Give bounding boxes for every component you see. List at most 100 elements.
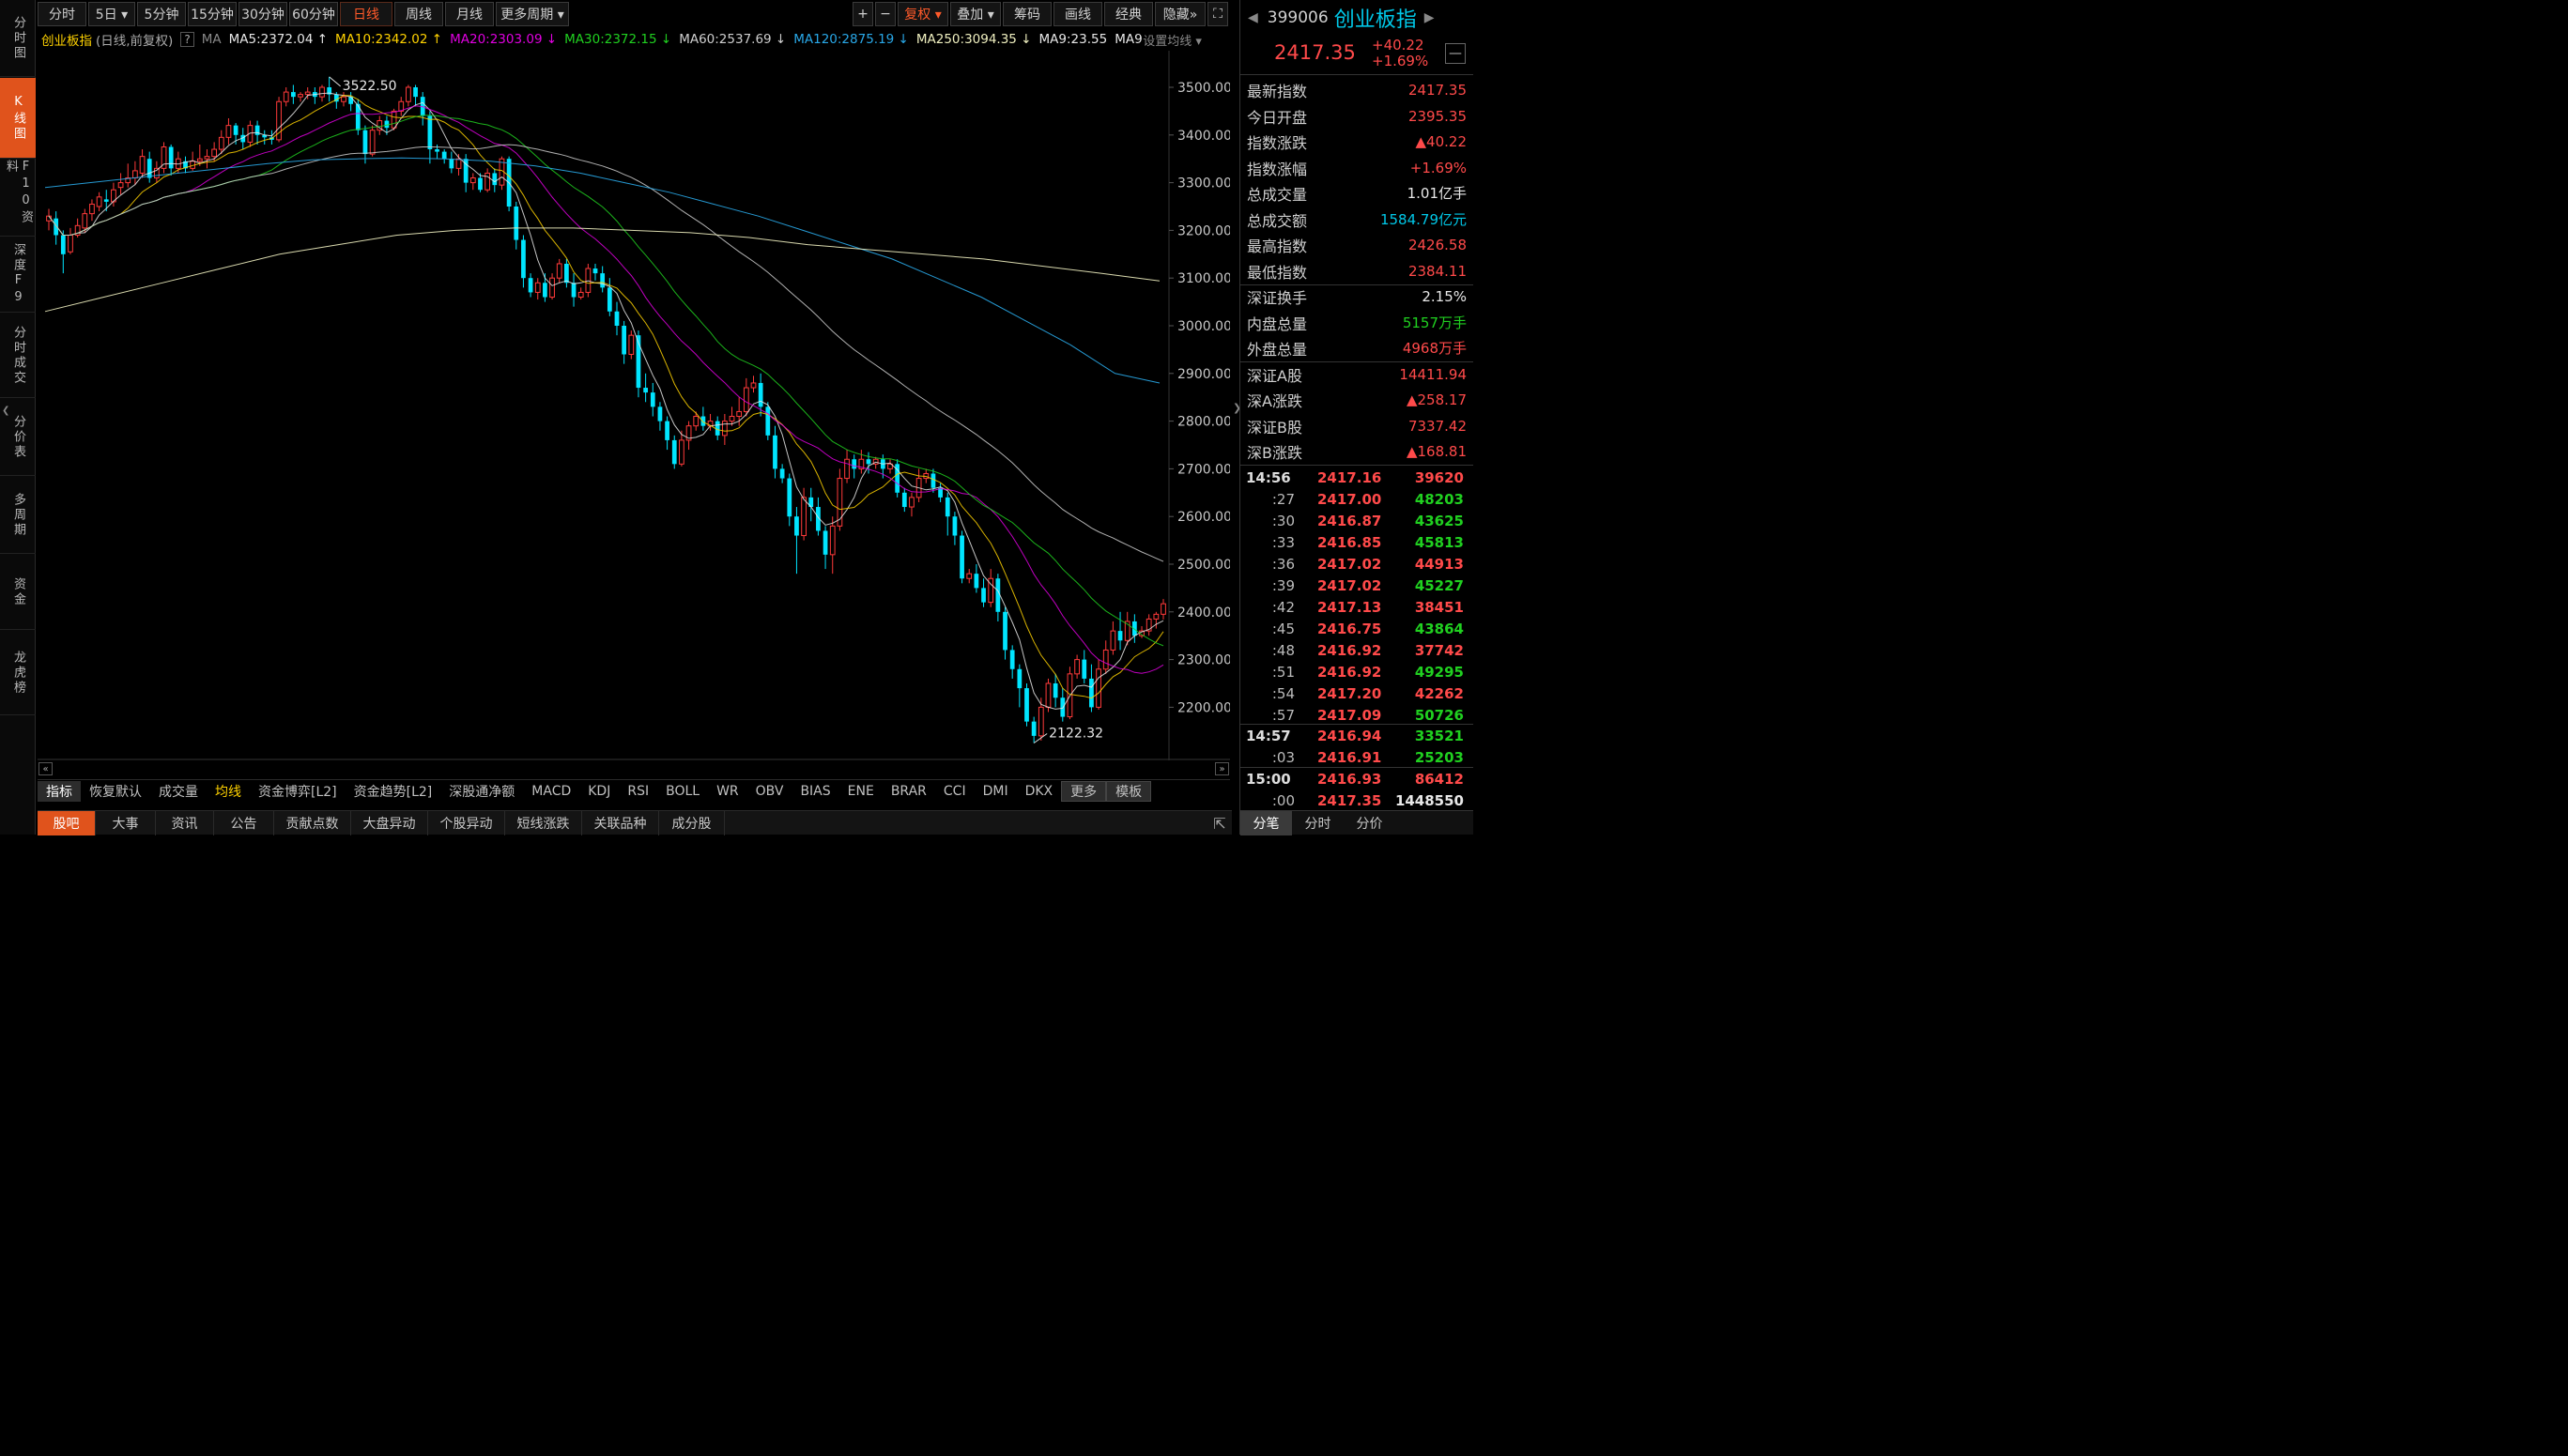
- indicator-tab-20[interactable]: 模板: [1106, 780, 1152, 802]
- candle-body: [298, 94, 303, 98]
- candle-body: [600, 273, 606, 288]
- tool-btn-4[interactable]: 筹码: [1003, 2, 1052, 26]
- indicator-tab-15[interactable]: BRAR: [883, 781, 935, 802]
- next-icon[interactable]: ▶: [1424, 10, 1435, 25]
- quote-value: 5157万手: [1402, 314, 1467, 332]
- quote-value: 2426.58: [1407, 236, 1467, 253]
- indicator-tab-2[interactable]: 成交量: [150, 781, 207, 802]
- panel-toggle-icon[interactable]: ❯: [1233, 402, 1241, 414]
- tool-btn-8[interactable]: ⛶: [1207, 2, 1228, 26]
- expand-icon[interactable]: ⇱: [1207, 811, 1232, 835]
- rail-toggle-icon[interactable]: ❮: [2, 406, 9, 428]
- tool-btn-2[interactable]: 复权 ▾: [898, 2, 948, 26]
- ma-settings[interactable]: 设置均线 ▾: [1143, 30, 1202, 49]
- quote-key: 深证换手: [1247, 288, 1308, 307]
- bottom-tab-2[interactable]: 资讯: [156, 811, 214, 835]
- tick-time: :27: [1271, 490, 1295, 508]
- rail-dragon-tiger[interactable]: 龙虎榜: [0, 631, 36, 715]
- indicator-tab-4[interactable]: 资金博弈[L2]: [250, 781, 346, 802]
- candle-body: [89, 203, 95, 215]
- period-btn-1[interactable]: 5日 ▾: [88, 2, 135, 26]
- remove-button[interactable]: —: [1445, 43, 1466, 64]
- indicator-tab-12[interactable]: OBV: [747, 781, 792, 802]
- prev-icon[interactable]: ◀: [1248, 10, 1258, 25]
- quote-value: ▲40.22: [1415, 132, 1467, 150]
- quote-tab-2[interactable]: 分价: [1344, 811, 1395, 835]
- quote-value: 14411.94: [1399, 365, 1467, 383]
- tick-time: :36: [1271, 555, 1295, 573]
- candle-body: [1082, 659, 1087, 679]
- bottom-tab-6[interactable]: 个股异动: [428, 811, 505, 835]
- tool-btn-1[interactable]: −: [875, 2, 896, 26]
- candle-body: [1110, 630, 1116, 651]
- kline-chart[interactable]: 3500.00 3400.00 3300.00 3200.00 3100.00 3000.…: [38, 51, 1230, 760]
- bottom-tab-8[interactable]: 关联品种: [582, 811, 659, 835]
- indicator-tab-9[interactable]: RSI: [619, 781, 657, 802]
- candle-body: [743, 387, 749, 412]
- rail-multi-period[interactable]: 多周期: [0, 477, 36, 554]
- period-btn-7[interactable]: 周线: [394, 2, 443, 26]
- high-pointer: [329, 76, 341, 87]
- tick-row: :57 2417.09 50726: [1240, 704, 1473, 726]
- tick-row: 14:57 2416.94 33521: [1240, 725, 1473, 746]
- candle-body: [1024, 688, 1029, 722]
- indicator-tab-11[interactable]: WR: [708, 781, 747, 802]
- indicator-tab-13[interactable]: BIAS: [792, 781, 838, 802]
- bottom-tab-7[interactable]: 短线涨跌: [505, 811, 582, 835]
- chart-canvas[interactable]: 3500.00 3400.00 3300.00 3200.00 3100.00 3000.…: [38, 51, 1230, 760]
- period-btn-3[interactable]: 15分钟: [188, 2, 237, 26]
- indicator-tab-10[interactable]: BOLL: [657, 781, 708, 802]
- quote-key: 最新指数: [1247, 82, 1308, 100]
- indicator-tab-18[interactable]: DKX: [1017, 781, 1062, 802]
- candle-body: [1117, 631, 1123, 641]
- help-button[interactable]: ?: [180, 32, 194, 47]
- quote-tab-0[interactable]: 分笔: [1240, 811, 1292, 835]
- bottom-tab-9[interactable]: 成分股: [659, 811, 725, 835]
- indicator-tab-5[interactable]: 资金趋势[L2]: [346, 781, 441, 802]
- period-btn-4[interactable]: 30分钟: [238, 2, 287, 26]
- divider: [1240, 724, 1473, 725]
- candle-body: [362, 130, 368, 155]
- bottom-tab-1[interactable]: 大事: [96, 811, 156, 835]
- rail-f10[interactable]: F10资料: [0, 160, 36, 237]
- bottom-tab-4[interactable]: 贡献点数: [274, 811, 351, 835]
- y-tick-label: 3100.00: [1177, 271, 1230, 286]
- period-btn-2[interactable]: 5分钟: [137, 2, 186, 26]
- quote-value: 2384.11: [1407, 262, 1467, 280]
- period-btn-9[interactable]: 更多周期 ▾: [496, 2, 569, 26]
- quote-value: 7337.42: [1407, 417, 1467, 435]
- tool-btn-3[interactable]: 叠加 ▾: [950, 2, 1001, 26]
- bottom-tab-3[interactable]: 公告: [214, 811, 274, 835]
- indicator-tab-0[interactable]: 指标: [38, 780, 81, 802]
- quote-tab-1[interactable]: 分时: [1292, 811, 1344, 835]
- candle-body: [794, 516, 799, 536]
- bottom-tab-5[interactable]: 大盘异动: [351, 811, 428, 835]
- tool-btn-5[interactable]: 画线: [1053, 2, 1102, 26]
- tool-btn-0[interactable]: +: [853, 2, 873, 26]
- period-btn-5[interactable]: 60分钟: [289, 2, 338, 26]
- tool-btn-7[interactable]: 隐藏»: [1155, 2, 1206, 26]
- tool-btn-6[interactable]: 经典: [1104, 2, 1153, 26]
- scroll-left-button[interactable]: «: [38, 762, 53, 775]
- period-btn-8[interactable]: 月线: [445, 2, 494, 26]
- indicator-tab-6[interactable]: 深股通净额: [440, 781, 523, 802]
- indicator-tab-14[interactable]: ENE: [839, 781, 883, 802]
- indicator-tab-3[interactable]: 均线: [207, 781, 250, 802]
- scroll-right-button[interactable]: »: [1215, 762, 1229, 775]
- rail-fenshi[interactable]: 分时图: [0, 0, 36, 77]
- rail-tick[interactable]: 分时成交: [0, 314, 36, 398]
- indicator-tab-8[interactable]: KDJ: [579, 781, 619, 802]
- rail-kline[interactable]: K线图: [0, 78, 36, 159]
- period-btn-6[interactable]: 日线: [340, 2, 392, 26]
- period-btn-0[interactable]: 分时: [38, 2, 86, 26]
- indicator-tab-7[interactable]: MACD: [523, 781, 579, 802]
- candle-body: [1038, 706, 1044, 737]
- indicator-tab-1[interactable]: 恢复默认: [81, 781, 150, 802]
- rail-capital[interactable]: 资金: [0, 555, 36, 630]
- indicator-tab-16[interactable]: CCI: [935, 781, 975, 802]
- bottom-tab-0[interactable]: 股吧: [38, 811, 96, 835]
- rail-depth[interactable]: 深度F9: [0, 238, 36, 313]
- indicator-tab-17[interactable]: DMI: [975, 781, 1017, 802]
- candle-body: [1060, 697, 1066, 717]
- indicator-tab-19[interactable]: 更多: [1061, 780, 1107, 802]
